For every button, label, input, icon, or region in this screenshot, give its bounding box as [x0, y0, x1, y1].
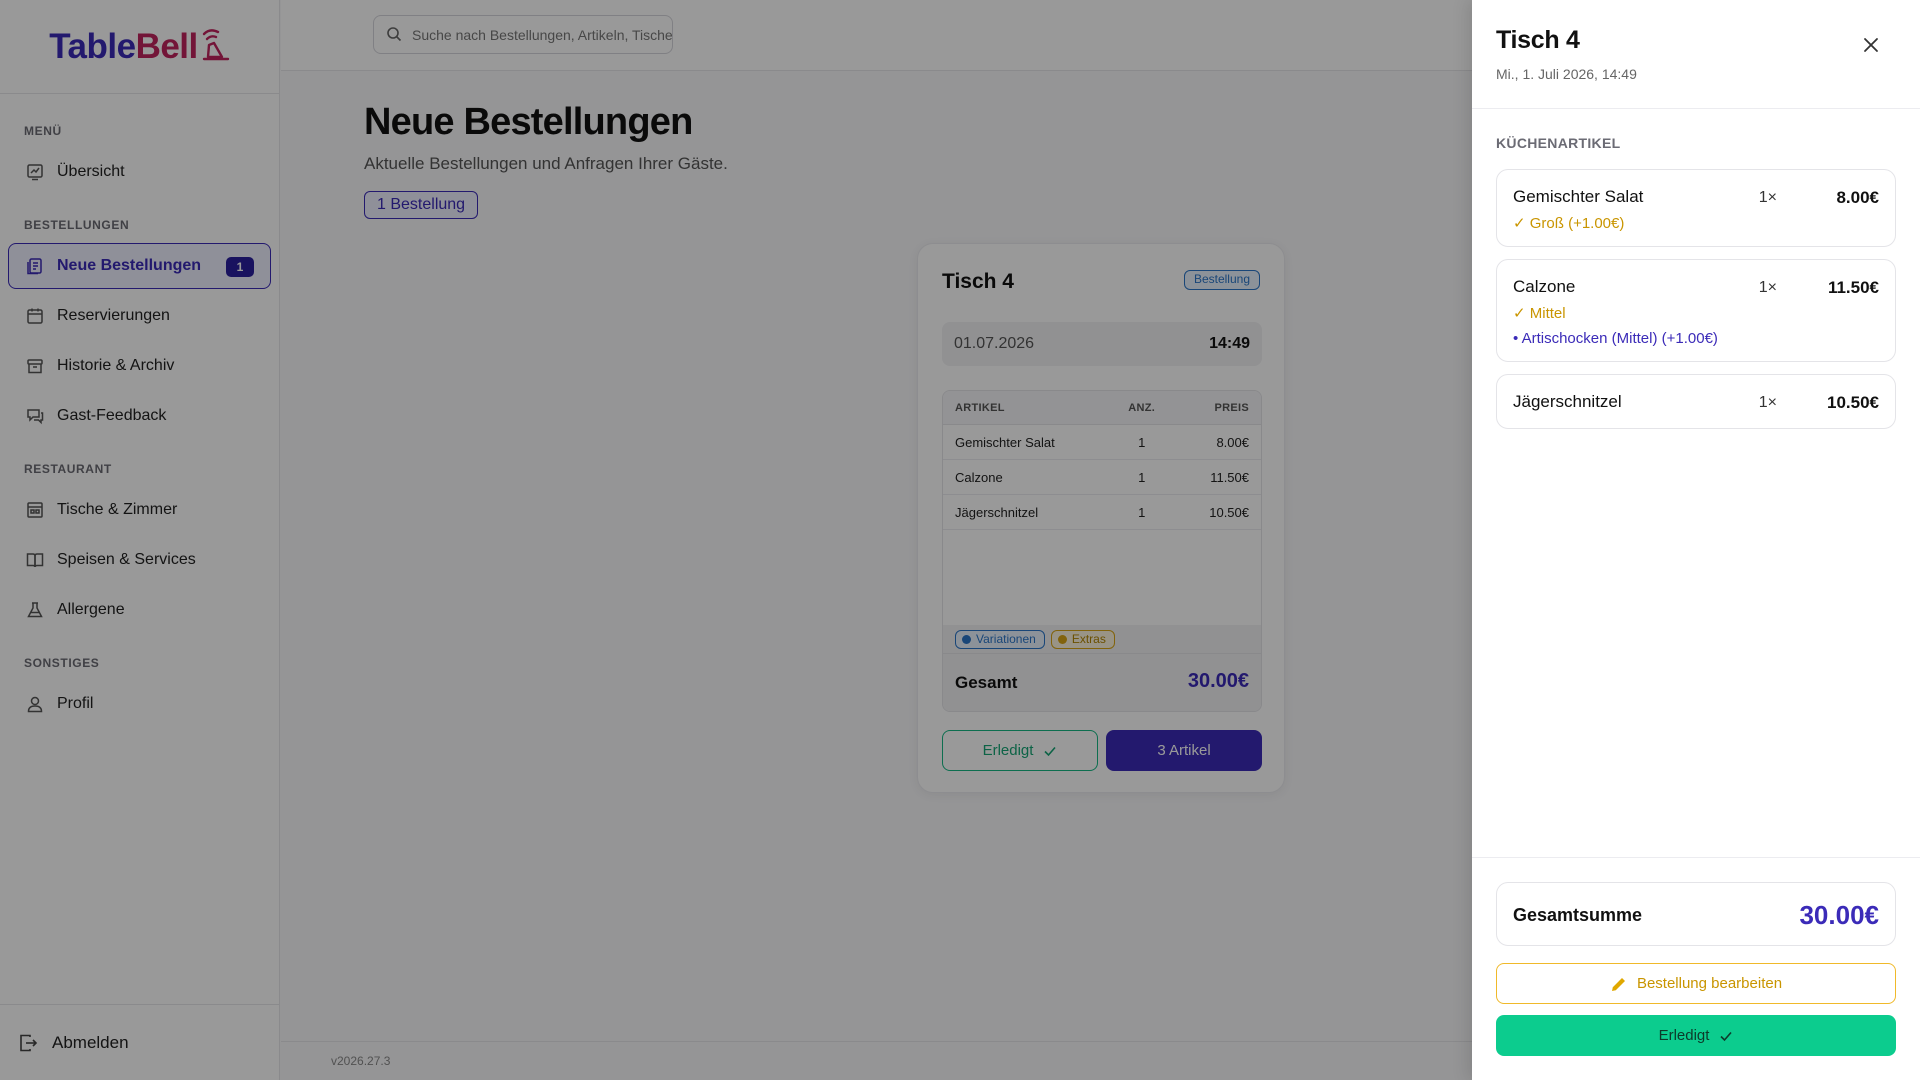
item-price: 8.00€ [1836, 188, 1879, 207]
item-qty: 1× [1758, 279, 1777, 296]
item-name: Calzone [1513, 277, 1576, 296]
pencil-icon [1610, 975, 1628, 993]
drawer-done-label: Erledigt [1658, 1027, 1710, 1044]
check-icon [1719, 1029, 1733, 1043]
item-qty: 1× [1758, 394, 1777, 411]
edit-order-label: Bestellung bearbeiten [1636, 975, 1783, 992]
drawer-total-value: 30.00€ [1799, 900, 1879, 930]
item-extra: • Artischocken (Mittel) (+1.00€) [1513, 330, 1718, 347]
list-item: Calzone 1× 11.50€ ✓ Mittel • Artischocke… [1496, 259, 1896, 362]
close-icon[interactable] [1860, 34, 1882, 56]
drawer-datetime: Mi., 1. Juli 2026, 14:49 [1496, 66, 1637, 82]
edit-order-button[interactable]: Bestellung bearbeiten [1496, 963, 1896, 1004]
drawer-total-box: Gesamtsumme 30.00€ [1496, 882, 1896, 946]
drawer-header: Tisch 4 Mi., 1. Juli 2026, 14:49 [1472, 0, 1920, 109]
item-name: Jägerschnitzel [1513, 392, 1622, 411]
drawer-total-label: Gesamtsumme [1513, 905, 1643, 925]
item-price: 10.50€ [1827, 393, 1879, 412]
item-price: 11.50€ [1827, 278, 1879, 297]
list-item: Jägerschnitzel 1× 10.50€ [1496, 374, 1896, 429]
list-item: Gemischter Salat 1× 8.00€ ✓ Groß (+1.00€… [1496, 169, 1896, 247]
item-qty: 1× [1758, 189, 1777, 206]
order-detail-drawer: Tisch 4 Mi., 1. Juli 2026, 14:49 KÜCHENA… [1472, 0, 1920, 1080]
drawer-footer: Gesamtsumme 30.00€ Bestellung bearbeiten… [1472, 857, 1920, 1080]
drawer-title: Tisch 4 [1496, 26, 1580, 54]
modal-backdrop[interactable] [0, 0, 1472, 1080]
drawer-done-button[interactable]: Erledigt [1496, 1015, 1896, 1056]
item-variation: ✓ Groß (+1.00€) [1513, 215, 1625, 232]
kitchen-items-heading: KÜCHENARTIKEL [1496, 135, 1621, 151]
item-name: Gemischter Salat [1513, 187, 1644, 206]
kitchen-items-list: Gemischter Salat 1× 8.00€ ✓ Groß (+1.00€… [1496, 169, 1896, 441]
item-variation: ✓ Mittel [1513, 305, 1566, 322]
